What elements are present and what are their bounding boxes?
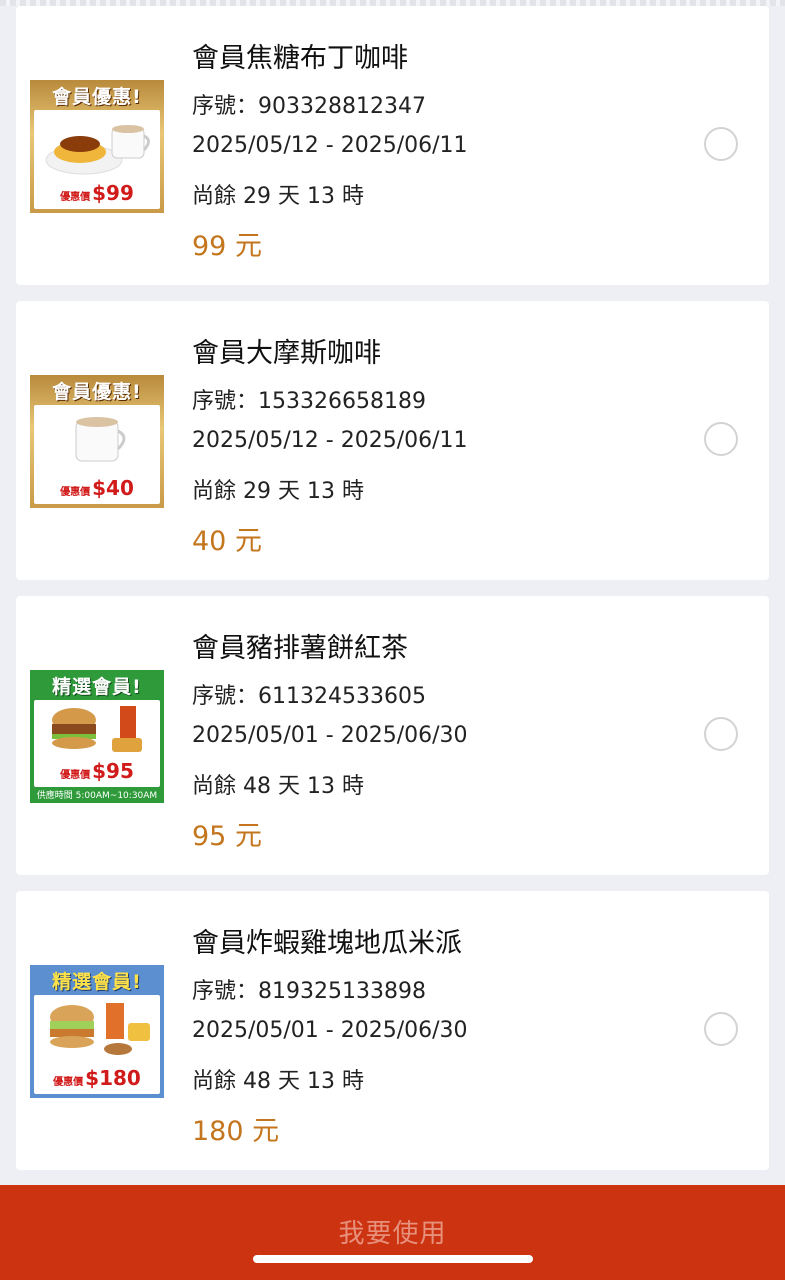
coupon-select-radio[interactable] [704,127,738,161]
coupon-image-banner: 精選會員! [52,675,142,698]
coupon-serial: 序號：153326658189 [192,389,426,414]
burger-tea-illustration [52,706,142,752]
coupon-serial: 序號：819325133898 [192,979,426,1004]
coupon-select-radio[interactable] [704,422,738,456]
coupon-image-price: 優惠價 $40 [60,476,134,500]
coupon-amount: 95 元 [192,821,262,852]
coupon-card[interactable]: 會員優惠! 優惠價 $40 會員大摩斯咖啡 序號：153326658189 202… [16,301,769,580]
coupon-image-pork-hashbrown-tea: 精選會員! 優惠價 $95 供應時間 5:00AM~10:30AM [30,670,164,803]
coupon-title: 會員豬排薯餅紅茶 [192,633,408,664]
coupon-remaining-time: 尚餘 48 天 13 時 [192,774,364,799]
coupon-image-price: 優惠價 $95 [60,759,134,783]
coupon-validity: 2025/05/01 - 2025/06/30 [192,723,468,748]
coupon-validity: 2025/05/12 - 2025/06/11 [192,428,468,453]
use-coupon-button[interactable]: 我要使用 [0,1213,785,1250]
coupon-image-photo: 優惠價 $99 [34,110,160,209]
burger-meal-illustration [50,1003,150,1055]
coupon-image-photo: 優惠價 $40 [34,405,160,504]
coupon-remaining-time: 尚餘 29 天 13 時 [192,184,364,209]
coupon-amount: 99 元 [192,231,262,262]
coupon-amount: 180 元 [192,1116,280,1147]
coupon-remaining-time: 尚餘 48 天 13 時 [192,1069,364,1094]
coupon-select-radio[interactable] [704,717,738,751]
coupon-image-photo: 優惠價 $180 [34,995,160,1094]
coupon-title: 會員焦糖布丁咖啡 [192,43,408,74]
coupon-card[interactable]: 會員優惠! 優惠價 $99 會員焦糖布丁咖啡 序號：903328812347 20… [16,6,769,285]
coupon-image-mos-coffee: 會員優惠! 優惠價 $40 [30,375,164,508]
coupon-image-banner: 精選會員! [52,970,142,993]
bottom-action-bar: 我要使用 [0,1185,785,1280]
coupon-image-shrimp-nugget-set: 精選會員! 優惠價 $180 [30,965,164,1098]
coupon-select-radio[interactable] [704,1012,738,1046]
coupon-serial: 序號：611324533605 [192,684,426,709]
coupon-serial: 序號：903328812347 [192,94,426,119]
coupon-image-footnote: 供應時間 5:00AM~10:30AM [36,791,158,801]
coupon-card[interactable]: 精選會員! 優惠價 $95 供應時間 5:00AM~10:30AM 會員豬排薯餅紅… [16,596,769,875]
coupon-title: 會員大摩斯咖啡 [192,338,381,369]
coupon-image-caramel-pudding-coffee: 會員優惠! 優惠價 $99 [30,80,164,213]
coupon-image-price: 優惠價 $99 [60,181,134,205]
coupon-remaining-time: 尚餘 29 天 13 時 [192,479,364,504]
coupon-image-banner: 會員優惠! [52,85,142,108]
coupon-validity: 2025/05/01 - 2025/06/30 [192,1018,468,1043]
coupon-image-photo: 優惠價 $95 [34,700,160,787]
coupon-title: 會員炸蝦雞塊地瓜米派 [192,928,462,959]
coupon-validity: 2025/05/12 - 2025/06/11 [192,133,468,158]
coupon-image-banner: 會員優惠! [52,380,142,403]
coupon-card[interactable]: 精選會員! 優惠價 $180 會員炸蝦雞塊地瓜米派 序號：819325133898… [16,891,769,1170]
coupon-image-price: 優惠價 $180 [53,1066,141,1090]
coupon-amount: 40 元 [192,526,262,557]
home-indicator [253,1255,533,1263]
